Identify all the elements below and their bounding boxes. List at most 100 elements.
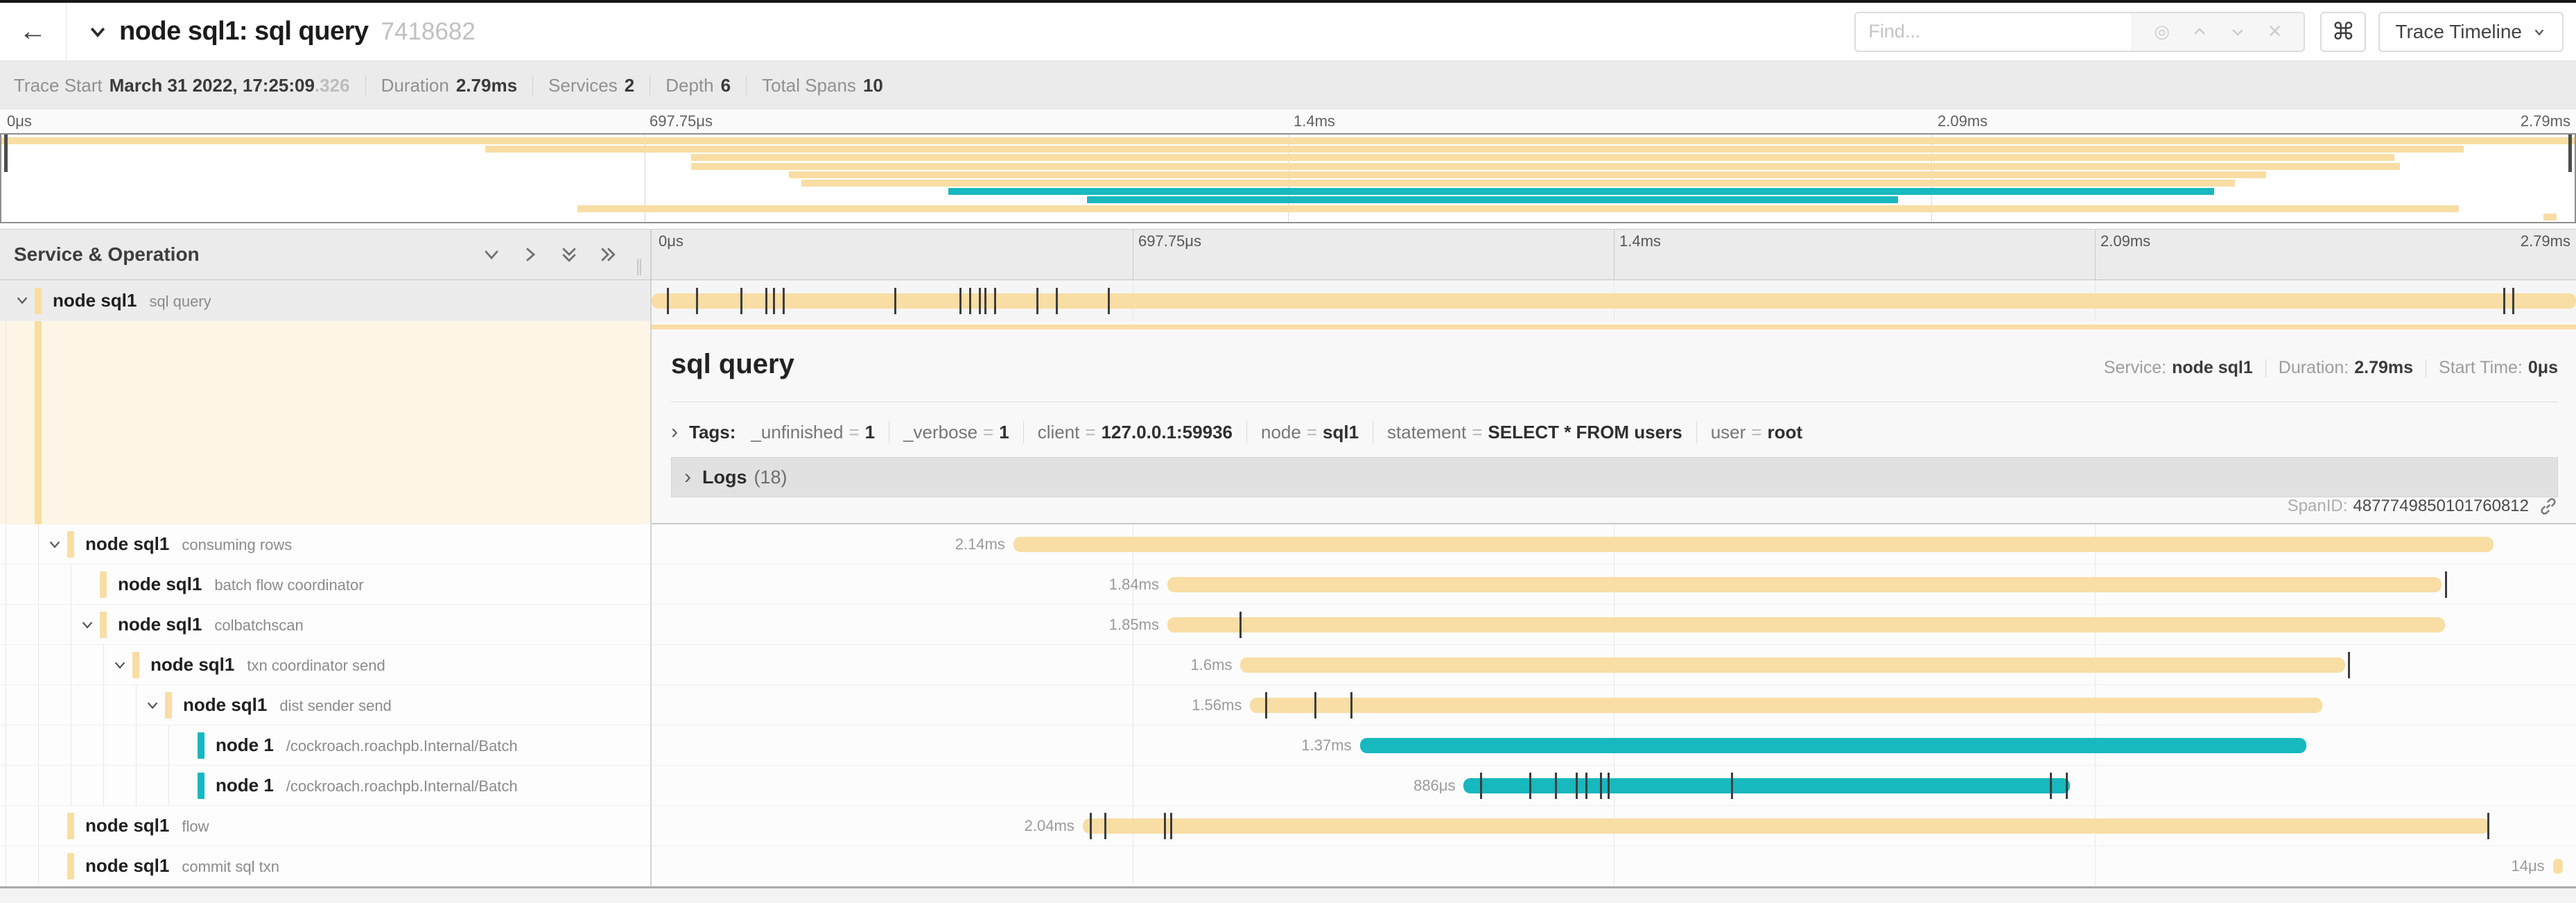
tag-key: node [1261, 422, 1301, 443]
log-marker-tick [959, 288, 961, 314]
collapse-title-chevron-icon[interactable] [87, 22, 108, 42]
span-row[interactable]: node 1/cockroach.roachpb.Internal/Batch 1… [0, 725, 2576, 766]
span-id-value: 4877749850101760812 [2353, 497, 2529, 516]
span-row[interactable]: node sql1txn coordinator send 1.6ms [0, 645, 2576, 685]
span-row[interactable]: node sql1commit sql txn 14μs [0, 846, 2576, 886]
span-row[interactable]: node sql1batch flow coordinator1.84ms [0, 565, 2576, 605]
row-chevron-down-icon[interactable] [112, 657, 128, 673]
span-duration-bar[interactable] [652, 293, 2576, 309]
link-icon[interactable] [2539, 497, 2558, 516]
row-chevron-down-icon[interactable] [80, 617, 95, 633]
log-marker-tick [2066, 773, 2068, 799]
span-row[interactable]: node sql1flow 2.04ms [0, 806, 2576, 846]
span-name-column[interactable]: node 1/cockroach.roachpb.Internal/Batch [0, 725, 652, 766]
span-duration-label: 1.6ms [1191, 656, 1241, 674]
span-timeline-cell[interactable]: 1.6ms [652, 645, 2576, 685]
span-operation-name: flow [182, 818, 209, 835]
span-row[interactable]: node sql1dist sender send 1.56ms [0, 685, 2576, 725]
span-timeline-cell[interactable]: 1.56ms [652, 685, 2576, 725]
tree-guide-line [168, 766, 169, 805]
minimap-left-scrubber[interactable] [4, 135, 8, 172]
row-chevron-down-icon[interactable] [47, 537, 62, 552]
axis-tick-label: 1.4ms [1294, 112, 1335, 130]
span-duration-bar[interactable] [1250, 698, 2322, 713]
span-duration-bar[interactable] [2553, 859, 2563, 874]
log-marker-tick [1555, 773, 1557, 799]
span-row[interactable]: node sql1consuming rows2.14ms [0, 524, 2576, 565]
tree-guide-line [38, 766, 39, 805]
span-duration-bar[interactable] [1240, 657, 2344, 673]
span-name-column[interactable]: node 1/cockroach.roachpb.Internal/Batch [0, 766, 652, 806]
locate-icon[interactable]: ◎ [2154, 21, 2170, 42]
span-row[interactable]: node 1/cockroach.roachpb.Internal/Batch8… [0, 766, 2576, 806]
span-name-column[interactable]: node sql1sql query [0, 280, 652, 321]
span-timeline-cell[interactable]: 1.37ms [652, 725, 2576, 766]
minimap-right-scrubber[interactable] [2568, 135, 2572, 172]
clear-find-icon[interactable]: ✕ [2268, 21, 2283, 42]
tag-key: _unfinished [751, 422, 843, 443]
expand-one-icon[interactable] [520, 244, 541, 265]
back-button[interactable]: ← [0, 3, 67, 60]
span-name-column[interactable]: node sql1colbatchscan [0, 605, 652, 645]
collapse-one-icon[interactable] [481, 244, 502, 265]
view-selector-button[interactable]: Trace Timeline [2378, 12, 2564, 52]
span-row[interactable]: node sql1colbatchscan1.85ms [0, 605, 2576, 645]
minimap-span-bar [2543, 214, 2557, 221]
span-duration-bar[interactable] [1013, 537, 2494, 552]
span-timeline-cell[interactable]: 14μs [652, 846, 2576, 886]
span-timeline-cell[interactable]: 2.14ms [652, 524, 2576, 565]
minimap-axis: 0μs697.75μs1.4ms2.09ms2.79ms [0, 110, 2576, 133]
span-timeline-cell[interactable]: 886μs [652, 766, 2576, 806]
collapse-all-icon[interactable] [559, 244, 580, 265]
minimap-span-bar [1, 137, 2575, 144]
logs-accordion[interactable]: › Logs (18) [671, 457, 2558, 497]
summary-value: 6 [721, 75, 731, 96]
log-marker-tick [994, 288, 996, 314]
span-service-name: node sql1sql query [53, 290, 211, 311]
find-next-icon[interactable] [2229, 24, 2246, 40]
tag-item: _verbose=1 [903, 422, 1009, 443]
trace-view-page: ← node sql1: sql query 7418682 ◎ ✕ ⌘ Tra [0, 0, 2576, 903]
find-input[interactable] [1856, 13, 2132, 51]
tag-separator [1246, 421, 1247, 443]
span-name-column[interactable]: node sql1consuming rows [0, 524, 652, 565]
span-timeline-cell[interactable]: 1.85ms [652, 605, 2576, 645]
expand-all-icon[interactable] [598, 244, 618, 265]
span-duration-label: 1.37ms [1301, 737, 1359, 755]
span-name-column[interactable]: node sql1dist sender send [0, 685, 652, 725]
span-name-column[interactable]: node sql1commit sql txn [0, 846, 652, 886]
span-name-column[interactable]: node sql1txn coordinator send [0, 645, 652, 685]
span-name-column[interactable]: node sql1flow [0, 806, 652, 846]
span-duration-bar[interactable] [1360, 738, 2307, 753]
duration-value: 2.79ms [2354, 358, 2413, 378]
tree-guide-line [38, 524, 39, 564]
span-service-name: node sql1flow [85, 815, 209, 836]
tags-label: Tags: [689, 422, 736, 443]
span-timeline-cell[interactable]: 2.04ms [652, 806, 2576, 846]
span-timeline-cell[interactable]: 1.84ms [652, 565, 2576, 605]
span-duration-bar[interactable] [1083, 818, 2489, 834]
timeline-header-divider [2095, 230, 2096, 280]
span-duration-bar[interactable] [1167, 617, 2445, 633]
tag-value: SELECT * FROM users [1488, 422, 1682, 443]
log-marker-tick [740, 288, 742, 314]
keyboard-shortcuts-button[interactable]: ⌘ [2320, 12, 2366, 52]
tree-guide-line [38, 685, 39, 725]
span-name-column[interactable]: node sql1batch flow coordinator [0, 565, 652, 605]
span-duration-bar[interactable] [1167, 577, 2442, 592]
span-row[interactable]: node sql1sql query [0, 280, 2576, 321]
find-prev-icon[interactable] [2191, 24, 2208, 40]
tags-accordion[interactable]: › Tags: _unfinished=1_verbose=1client=12… [671, 414, 2558, 450]
log-marker-tick [1104, 813, 1106, 839]
minimap-span-bar [789, 171, 2266, 178]
row-chevron-down-icon[interactable] [145, 698, 160, 713]
column-resize-grip[interactable]: ∥ [635, 257, 645, 277]
row-chevron-down-icon[interactable] [15, 293, 30, 308]
tree-guide-line [136, 766, 137, 805]
log-marker-tick [894, 288, 896, 314]
span-duration-label: 1.56ms [1192, 696, 1250, 714]
timeline-minimap[interactable] [0, 133, 2576, 223]
span-service-name: node sql1commit sql txn [85, 855, 279, 877]
log-marker-tick [783, 288, 785, 314]
span-timeline-cell[interactable] [652, 280, 2576, 321]
